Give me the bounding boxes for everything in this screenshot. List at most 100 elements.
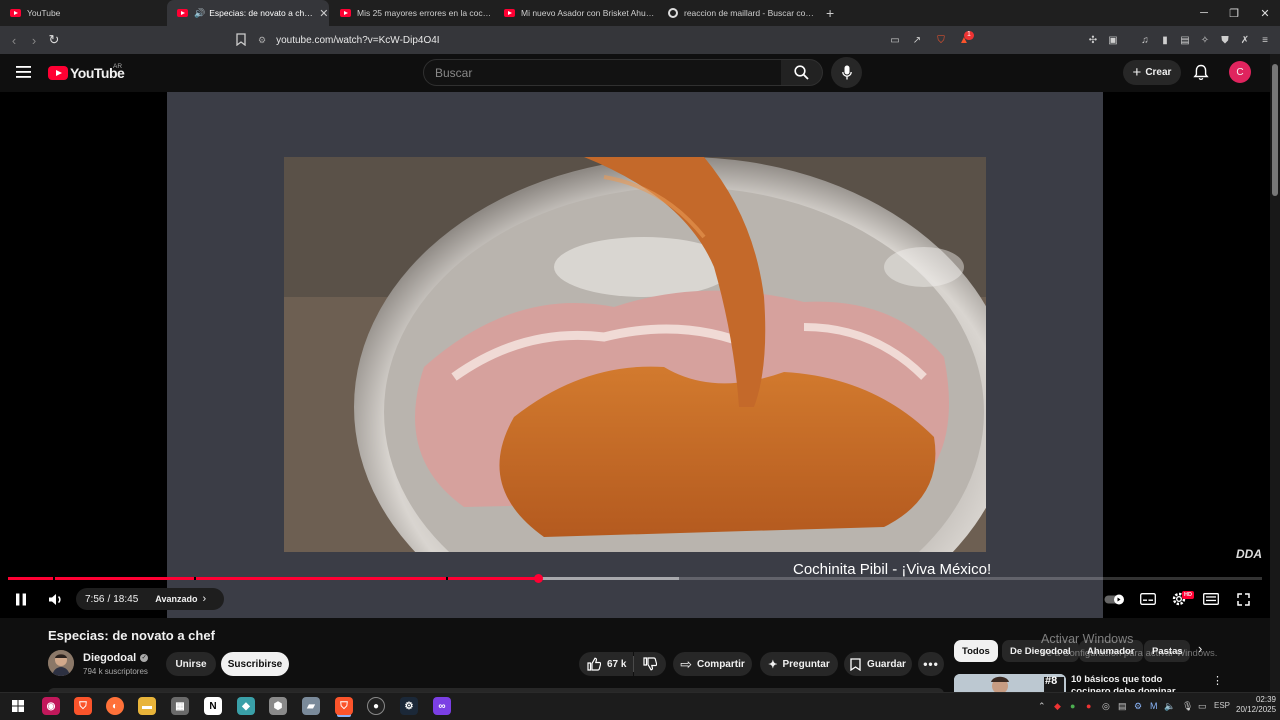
subtitles-button[interactable] <box>1139 590 1157 608</box>
sidebar-toggle-icon[interactable]: ▮ <box>1158 33 1172 47</box>
channel-avatar[interactable] <box>48 650 74 676</box>
played-bar <box>8 577 538 580</box>
app-icon-7[interactable]: ◆ <box>237 697 255 715</box>
url-field[interactable]: ⚙ youtube.com/watch?v=KcW-Dip4O4I <box>258 30 878 50</box>
account-avatar[interactable]: C <box>1229 61 1251 83</box>
brave-shields-icon[interactable]: ⛉ <box>934 33 948 47</box>
site-info-icon[interactable]: ⚙ <box>258 35 266 46</box>
tab-especias[interactable]: 🔊 Especias: de novato a chef - Y ✕ <box>167 0 329 26</box>
close-tab-icon[interactable]: ✕ <box>319 7 328 20</box>
app-icon-13[interactable]: ∞ <box>433 697 451 715</box>
steam-icon[interactable]: ⚙ <box>400 697 418 715</box>
voice-search-button[interactable] <box>831 57 862 88</box>
scrubber-handle[interactable] <box>534 574 543 583</box>
vpn-icon[interactable]: ⛊ <box>1218 33 1232 47</box>
obs-icon[interactable]: ● <box>367 697 385 715</box>
avatar-letter: C <box>1236 66 1244 78</box>
chapter-marker <box>446 577 448 580</box>
firefox-icon[interactable]: ◐ <box>106 697 124 715</box>
tab-errores[interactable]: Mis 25 mayores errores en la cocina <box>330 0 492 26</box>
channel-name[interactable]: Diegodoal <box>83 652 136 664</box>
more-actions-button[interactable]: ••• <box>918 652 944 676</box>
calculator-icon[interactable]: ▦ <box>171 697 189 715</box>
new-tab-icon[interactable]: + <box>826 5 834 21</box>
volume-button[interactable] <box>46 590 64 608</box>
scrollbar-thumb[interactable] <box>1272 64 1278 196</box>
language-indicator[interactable]: ESP <box>1214 701 1230 710</box>
chevron-right-icon: › <box>202 593 207 605</box>
tools-icon[interactable]: ✗ <box>1238 33 1252 47</box>
chapter-marker <box>194 577 196 580</box>
tray-app-icon[interactable]: ◆ <box>1054 701 1061 712</box>
forward-icon[interactable]: › <box>24 26 44 54</box>
menu-icon[interactable]: ≡ <box>1258 33 1272 47</box>
dislike-button[interactable] <box>634 652 666 676</box>
save-button[interactable]: Guardar <box>844 652 912 676</box>
tray-chevron-icon[interactable]: ⌃ <box>1038 701 1046 712</box>
save-icon <box>850 657 861 671</box>
like-count: 67 k <box>607 658 627 670</box>
tray-app-icon[interactable]: M <box>1150 701 1158 711</box>
speaker-tray-icon[interactable]: 🔈 <box>1164 701 1175 712</box>
app-icon-8[interactable]: ⬢ <box>269 697 287 715</box>
tab-label: Mi nuevo Asador con Brisket Ahuma <box>521 8 656 18</box>
leo-ai-icon[interactable]: ✧ <box>1198 33 1212 47</box>
share-button[interactable]: ⇨ Compartir <box>673 652 752 676</box>
pause-button[interactable] <box>12 590 30 608</box>
recommended-video-title[interactable]: 10 básicos que todo cocinero debe domina… <box>1071 674 1201 692</box>
tray-app-icon[interactable]: ◎ <box>1102 701 1110 712</box>
share-page-icon[interactable]: ↗ <box>910 33 924 47</box>
app-icon-1[interactable]: ◉ <box>42 697 60 715</box>
brave-browser-icon[interactable]: ⛉ <box>74 697 92 715</box>
tray-app-icon[interactable]: ● <box>1070 701 1075 711</box>
kebab-menu-icon[interactable]: ⋮ <box>1212 674 1223 687</box>
subscribe-button[interactable]: Suscribirse <box>221 652 289 676</box>
minimize-icon[interactable]: ─ <box>1188 0 1220 26</box>
tab-label: Especias: de novato a chef - Y <box>209 8 314 18</box>
notifications-bell-icon[interactable] <box>1193 64 1209 81</box>
tab-label: reaccion de maillard - Buscar con Go <box>684 8 818 18</box>
tab-asador[interactable]: Mi nuevo Asador con Brisket Ahuma <box>494 0 656 26</box>
tab-maillard[interactable]: reaccion de maillard - Buscar con Go <box>658 0 818 26</box>
close-window-icon[interactable]: ✕ <box>1249 0 1280 26</box>
join-button[interactable]: Unirse <box>166 652 216 676</box>
ask-button[interactable]: ✦ Preguntar <box>760 652 838 676</box>
create-button[interactable]: + Crear <box>1123 60 1181 85</box>
like-button[interactable]: 67 k <box>579 652 633 676</box>
screenshot-icon[interactable]: ▣ <box>1106 33 1120 47</box>
tab-youtube[interactable]: YouTube <box>0 0 160 26</box>
media-icon[interactable]: ♫ <box>1138 33 1152 47</box>
tray-app-icon[interactable]: ▤ <box>1118 701 1127 712</box>
channel-watermark[interactable]: DDA <box>1236 547 1262 561</box>
brave-active-icon[interactable]: ⛉ <box>335 697 353 715</box>
back-icon[interactable]: ‹ <box>4 26 24 54</box>
tray-app-icon[interactable]: ● <box>1086 701 1091 711</box>
autoplay-toggle[interactable] <box>1104 590 1126 608</box>
tray-app-icon[interactable]: ⚙ <box>1134 701 1142 712</box>
bookmark-icon[interactable] <box>236 33 246 46</box>
youtube-favicon-icon <box>177 9 188 17</box>
fullscreen-button[interactable] <box>1234 590 1252 608</box>
windows-start-icon[interactable] <box>9 697 27 715</box>
miniplayer-button[interactable] <box>1202 590 1220 608</box>
extensions-icon[interactable]: ✣ <box>1086 33 1100 47</box>
restore-icon[interactable]: ❐ <box>1218 0 1250 26</box>
search-input[interactable]: Buscar <box>423 59 782 86</box>
country-code: AR <box>113 63 123 70</box>
mic-tray-icon[interactable]: 🎙 <box>1182 701 1193 712</box>
cast-icon[interactable]: ▭ <box>888 33 902 47</box>
hamburger-menu-icon[interactable] <box>16 66 31 78</box>
app-icon-9[interactable]: ▰ <box>302 697 320 715</box>
channel-name-row[interactable]: Diegodoal ✓ <box>83 652 149 664</box>
file-explorer-icon[interactable]: ▬ <box>138 697 156 715</box>
youtube-play-logo-icon <box>48 66 68 80</box>
chapter-marker <box>53 577 55 580</box>
network-icon[interactable]: ▭ <box>1198 701 1207 712</box>
notion-icon[interactable]: N <box>204 697 222 715</box>
chip-todos[interactable]: Todos <box>954 640 998 662</box>
search-button[interactable] <box>781 59 823 86</box>
wallet-icon[interactable]: ▤ <box>1178 33 1192 47</box>
time-and-chapter[interactable]: 7:56 / 18:45 Avanzado › <box>76 588 224 610</box>
clock[interactable]: 02:39 20/12/2025 <box>1236 695 1276 715</box>
reload-icon[interactable]: ↻ <box>44 26 64 54</box>
